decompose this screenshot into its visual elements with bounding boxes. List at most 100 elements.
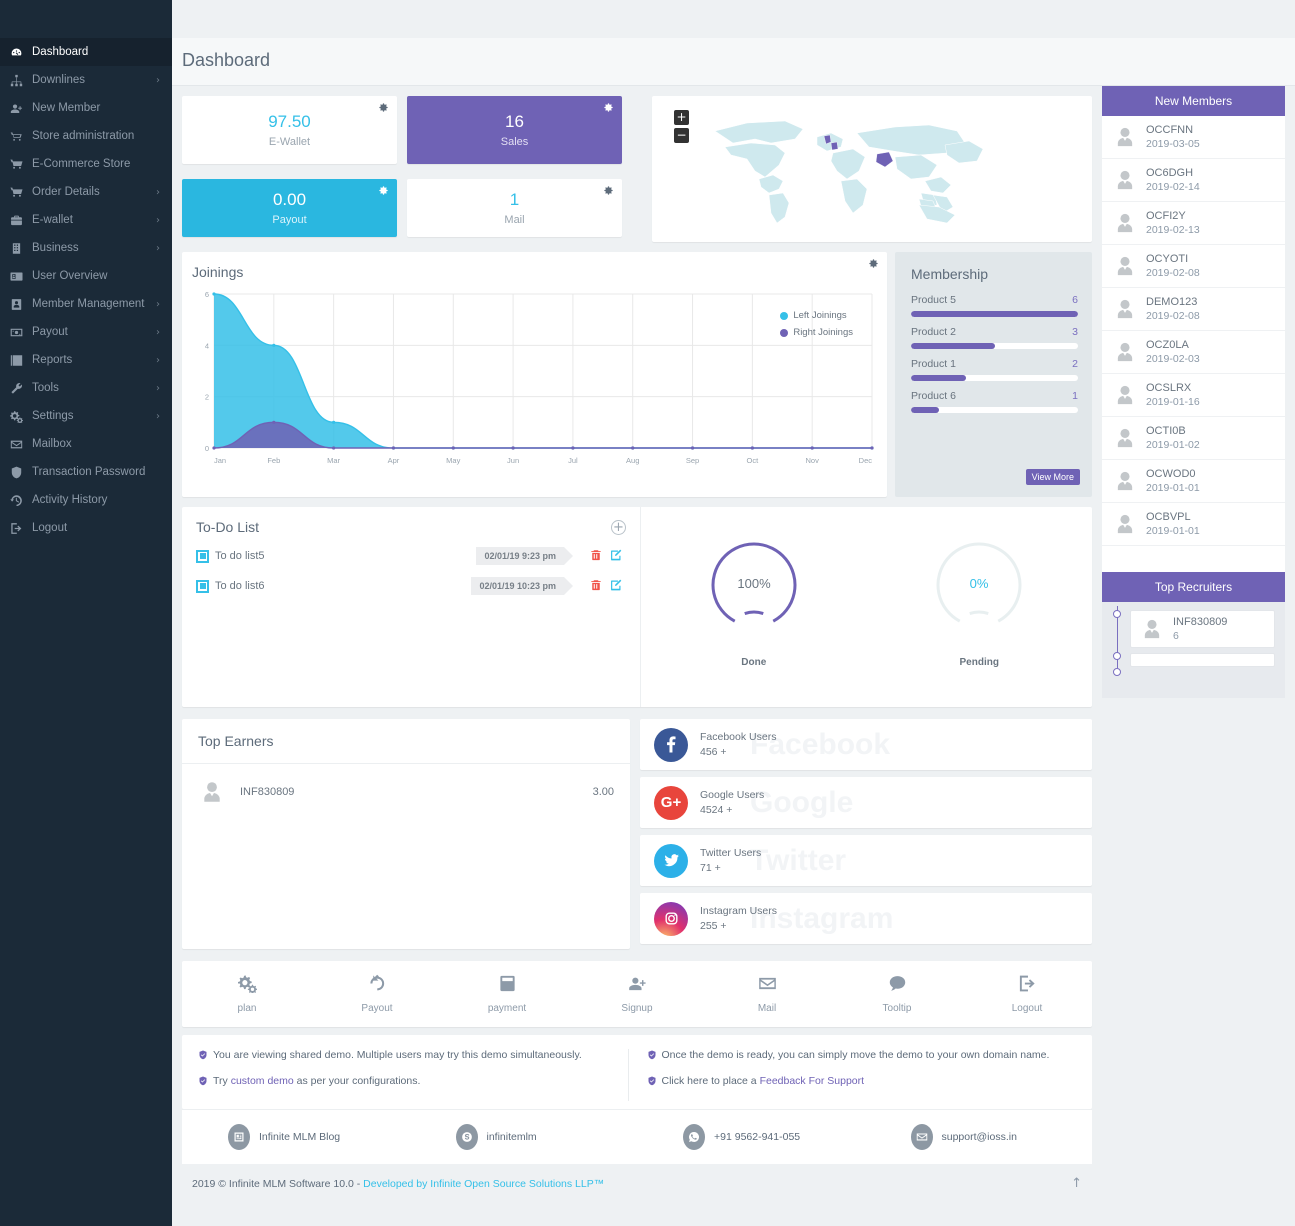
earners-social-row: Top Earners INF830809 3.00 Facebook Users… [182, 719, 1092, 949]
joinings-settings-gear-icon[interactable] [868, 258, 879, 269]
map-zoom-in-button[interactable]: + [674, 110, 689, 125]
new-member-row[interactable]: OCFI2Y 2019-02-13 [1102, 202, 1285, 245]
todo-checkbox[interactable] [196, 579, 209, 593]
todo-edit-icon[interactable] [606, 549, 626, 564]
sidebar-item-new-member[interactable]: New Member [0, 94, 172, 122]
card-settings-gear-icon[interactable] [603, 185, 614, 196]
stat-label: Mail [504, 213, 525, 226]
sidebar-item-tools[interactable]: Tools › [0, 374, 172, 402]
new-member-id: OCZ0LA [1146, 339, 1189, 351]
notice-link[interactable]: Feedback For Support [760, 1075, 864, 1087]
scroll-to-top-button[interactable]: ↑ [1071, 1176, 1092, 1191]
membership-progress-fill [911, 343, 995, 349]
avatar [1117, 256, 1133, 276]
new-member-row[interactable]: OCYOTI 2019-02-08 [1102, 245, 1285, 288]
card-settings-gear-icon[interactable] [603, 102, 614, 113]
social-card-google[interactable]: G+ Google Users 4524 + Google [640, 777, 1092, 828]
stat-card-mail[interactable]: 1 Mail [407, 179, 622, 237]
sidebar-item-transaction-password[interactable]: Transaction Password [0, 458, 172, 486]
map-zoom-out-button[interactable]: − [674, 128, 689, 143]
sidebar-item-member-management[interactable]: Member Management › [0, 290, 172, 318]
todo-add-button[interactable]: + [611, 519, 626, 535]
sidebar-item-logout[interactable]: Logout [0, 514, 172, 542]
contact-whatsapp[interactable]: +91 9562-941-055 [637, 1124, 865, 1150]
sidebar-item-e-wallet[interactable]: E-wallet › [0, 206, 172, 234]
recruiter-node [1113, 652, 1121, 660]
sidebar-item-settings[interactable]: Settings › [0, 402, 172, 430]
quicklink-mail[interactable]: Mail [702, 974, 832, 1014]
stat-value: 1 [509, 190, 520, 210]
stat-label: E-Wallet [268, 135, 311, 148]
quicklink-logout[interactable]: Logout [962, 974, 1092, 1014]
social-ghost-label: Twitter [750, 843, 847, 877]
todo-delete-icon[interactable] [586, 549, 606, 564]
sidebar-item-label: Dashboard [32, 46, 89, 58]
sidebar-item-business[interactable]: Business › [0, 234, 172, 262]
stat-card-sales[interactable]: 16 Sales [407, 96, 622, 164]
contact-skype[interactable]: infinitemlm [410, 1124, 638, 1150]
new-member-row[interactable]: DEMO123 2019-02-08 [1102, 288, 1285, 331]
notice-link[interactable]: custom demo [231, 1075, 294, 1087]
quicklink-plan[interactable]: plan [182, 974, 312, 1014]
new-member-date: 2019-02-14 [1146, 181, 1200, 193]
card-settings-gear-icon[interactable] [378, 185, 389, 196]
envelope-icon [758, 977, 777, 997]
sidebar-item-store-administration[interactable]: Store administration [0, 122, 172, 150]
social-card-facebook[interactable]: Facebook Users 456 + Facebook [640, 719, 1092, 770]
notice-line: Try custom demo as per your configuratio… [198, 1075, 614, 1089]
quicklink-label: Payout [361, 1003, 393, 1014]
card-settings-gear-icon[interactable] [378, 102, 389, 113]
quicklink-tooltip[interactable]: Tooltip [832, 974, 962, 1014]
sidebar-item-user-overview[interactable]: User Overview [0, 262, 172, 290]
sidebar-item-order-details[interactable]: Order Details › [0, 178, 172, 206]
membership-progress-track [911, 407, 1078, 413]
stat-card-e-wallet[interactable]: 97.50 E-Wallet [182, 96, 397, 164]
sidebar-item-e-commerce-store[interactable]: E-Commerce Store [0, 150, 172, 178]
new-member-row[interactable]: OC6DGH 2019-02-14 [1102, 159, 1285, 202]
quicklink-payment[interactable]: payment [442, 974, 572, 1014]
contact-blog[interactable]: Infinite MLM Blog [182, 1124, 410, 1150]
sidebar-item-dashboard[interactable]: Dashboard [0, 38, 172, 66]
membership-count: 6 [1072, 294, 1078, 306]
new-member-row[interactable]: OCWOD0 2019-01-01 [1102, 460, 1285, 503]
recruiter-card[interactable]: INF830809 6 [1130, 610, 1275, 648]
new-member-row[interactable]: OCSLRX 2019-01-16 [1102, 374, 1285, 417]
developer-link[interactable]: Developed by Infinite Open Source Soluti… [363, 1178, 604, 1190]
sidebar-item-label: Tools [32, 382, 59, 394]
world-map-widget[interactable]: + − [652, 96, 1092, 242]
new-member-row[interactable]: OCZ0LA 2019-02-03 [1102, 331, 1285, 374]
sidebar-item-reports[interactable]: Reports › [0, 346, 172, 374]
new-member-row[interactable]: OCBVPL 2019-01-01 [1102, 503, 1285, 546]
social-card-twitter[interactable]: Twitter Users 71 + Twitter [640, 835, 1092, 886]
cart-icon [10, 158, 32, 171]
stat-card-payout[interactable]: 0.00 Payout [182, 179, 397, 237]
map-zoom-controls: + − [674, 110, 689, 143]
contact-envelope[interactable]: support@ioss.in [865, 1124, 1093, 1150]
twitter-icon [654, 843, 688, 878]
new-member-row[interactable]: OCCFNN 2019-03-05 [1102, 116, 1285, 159]
sidebar-item-payout[interactable]: Payout › [0, 318, 172, 346]
joinings-legend: Left Joinings Right Joinings [780, 310, 853, 344]
sidebar-item-label: User Overview [32, 270, 108, 282]
stat-value: 97.50 [268, 112, 311, 132]
quicklink-payout[interactable]: Payout [312, 974, 442, 1014]
svg-text:6: 6 [205, 290, 209, 299]
social-card-instagram[interactable]: Instagram Users 255 + Instagram [640, 893, 1092, 944]
social-count: 456 + [700, 746, 727, 758]
quicklink-label: Mail [757, 1003, 777, 1014]
svg-text:Oct: Oct [747, 456, 760, 465]
new-member-id: DEMO123 [1146, 296, 1198, 308]
recruiter-count: 6 [1173, 630, 1179, 642]
sidebar-item-downlines[interactable]: Downlines › [0, 66, 172, 94]
todo-edit-icon[interactable] [606, 579, 626, 594]
quicklink-signup[interactable]: Signup [572, 974, 702, 1014]
shield-icon [10, 466, 32, 479]
sidebar-item-activity-history[interactable]: Activity History [0, 486, 172, 514]
membership-product-name: Product 6 [911, 390, 956, 402]
new-member-row[interactable]: OCTI0B 2019-01-02 [1102, 417, 1285, 460]
membership-view-more-button[interactable]: View More [1025, 469, 1080, 485]
sidebar-item-mailbox[interactable]: Mailbox [0, 430, 172, 458]
membership-row: Product 5 6 [911, 294, 1078, 317]
todo-checkbox[interactable] [196, 549, 209, 563]
todo-delete-icon[interactable] [586, 579, 606, 594]
